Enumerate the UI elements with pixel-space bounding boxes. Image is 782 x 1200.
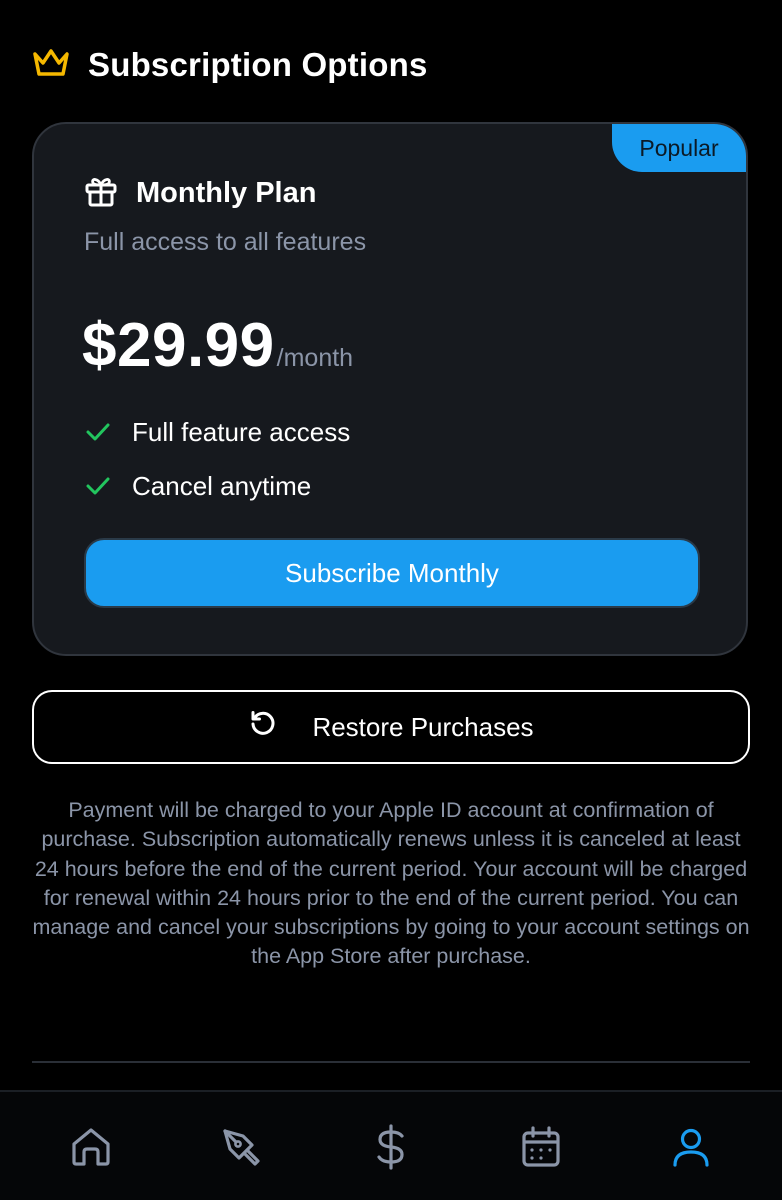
calendar-icon <box>522 1126 560 1167</box>
subscription-screen: Subscription Options Popular Monthly Pla… <box>0 0 782 1200</box>
crown-icon <box>32 47 70 84</box>
user-icon <box>673 1128 709 1167</box>
restore-label: Restore Purchases <box>312 711 534 742</box>
check-icon <box>86 423 110 441</box>
plan-title: Monthly Plan <box>136 177 317 209</box>
feature-item: Cancel anytime <box>84 466 350 506</box>
popular-badge: Popular <box>612 124 746 172</box>
tab-bar <box>0 1090 782 1200</box>
pen-icon <box>223 1129 260 1166</box>
plan-price: $29.99 <box>82 311 275 380</box>
monthly-plan-card: Popular Monthly Plan Full access to all … <box>32 122 748 656</box>
restore-purchases-button[interactable]: Restore Purchases <box>32 690 750 764</box>
feature-item: Full feature access <box>84 412 350 452</box>
tab-finance[interactable] <box>366 1122 416 1172</box>
tab-calendar[interactable] <box>516 1122 566 1172</box>
plan-period: /month <box>276 344 354 372</box>
restore-icon <box>248 709 278 746</box>
plan-subtitle: Full access to all features <box>84 228 367 256</box>
page-title: Subscription Options <box>88 46 428 83</box>
dollar-icon <box>377 1124 404 1170</box>
feature-list: Full feature access Cancel anytime <box>84 412 350 520</box>
tab-pen[interactable] <box>216 1122 266 1172</box>
check-icon <box>86 477 110 495</box>
home-icon <box>72 1128 110 1166</box>
plan-title-row: Monthly Plan <box>84 174 316 213</box>
price-row: $29.99 /month <box>82 310 353 381</box>
feature-label: Cancel anytime <box>132 470 312 501</box>
legal-disclaimer: Payment will be charged to your Apple ID… <box>32 798 750 969</box>
page-header: Subscription Options <box>32 40 428 90</box>
tab-home[interactable] <box>66 1122 116 1172</box>
feature-label: Full feature access <box>132 416 351 447</box>
tab-profile[interactable] <box>666 1122 716 1172</box>
divider <box>32 1061 750 1063</box>
subscribe-monthly-button[interactable]: Subscribe Monthly <box>84 538 700 608</box>
gift-icon <box>84 174 118 213</box>
